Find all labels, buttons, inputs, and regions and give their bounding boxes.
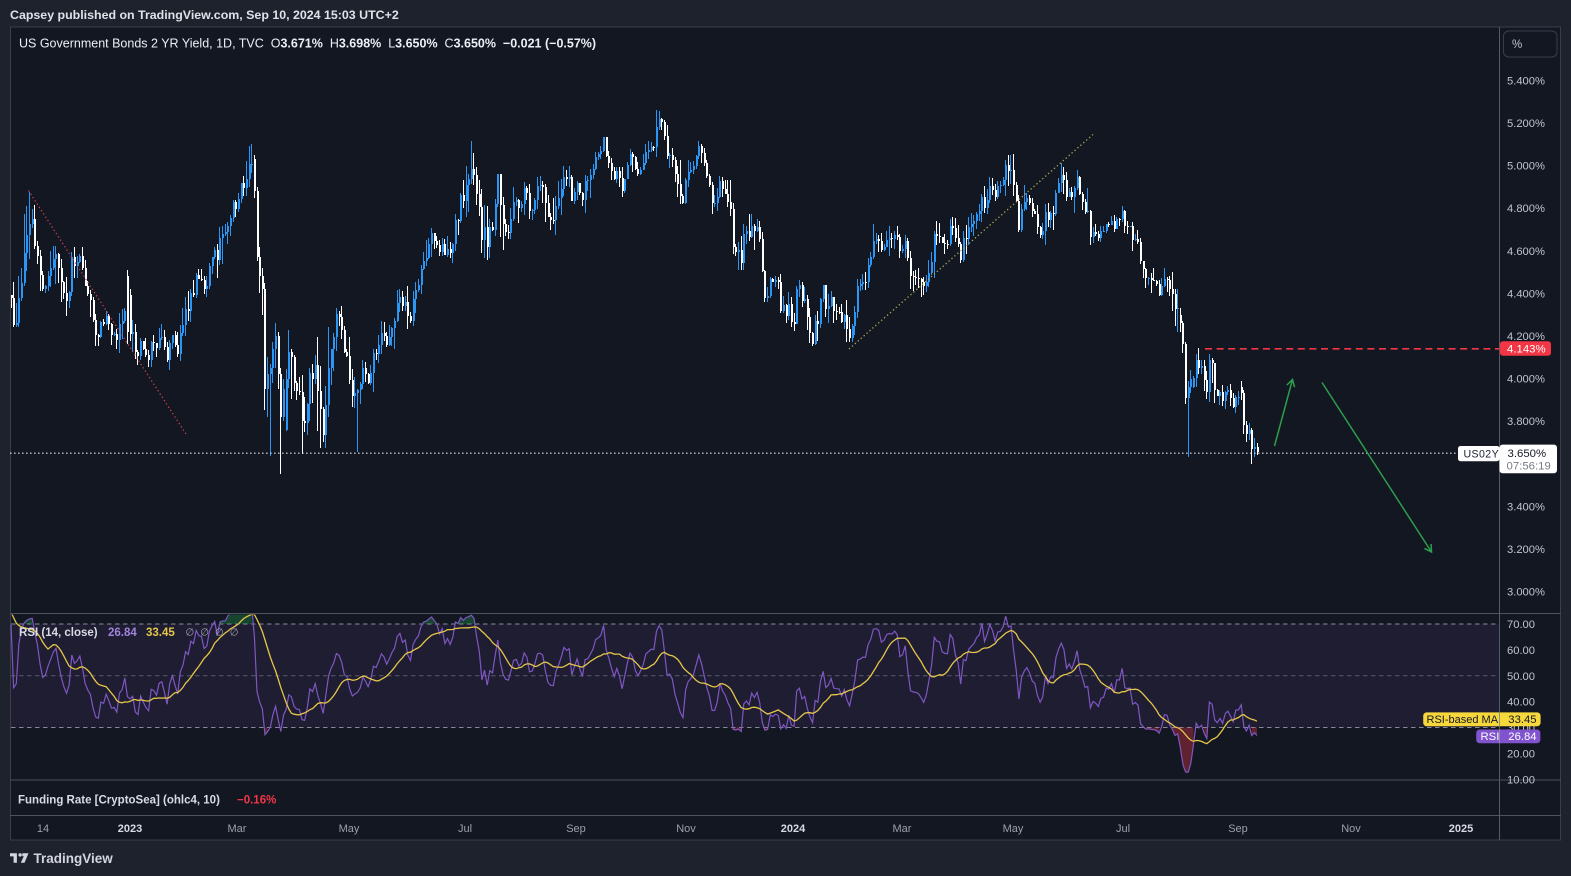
svg-text:−0.16%: −0.16% xyxy=(237,795,276,807)
svg-text:RSI-based MA: RSI-based MA xyxy=(1427,714,1499,726)
svg-text:10.00: 10.00 xyxy=(1507,774,1535,786)
svg-text:TradingView: TradingView xyxy=(34,851,114,866)
svg-text:Jul: Jul xyxy=(458,823,472,835)
svg-text:5.000%: 5.000% xyxy=(1507,161,1545,173)
svg-text:RSI (14, close): RSI (14, close) xyxy=(19,627,98,639)
svg-text:US02Y: US02Y xyxy=(1464,448,1500,460)
svg-text:33.45: 33.45 xyxy=(146,627,175,639)
svg-text:60.00: 60.00 xyxy=(1507,645,1535,657)
svg-text:Sep: Sep xyxy=(1228,823,1248,835)
svg-text:33.45: 33.45 xyxy=(1508,714,1536,726)
svg-text:07:56:19: 07:56:19 xyxy=(1507,460,1551,472)
svg-text:26.84: 26.84 xyxy=(108,627,137,639)
svg-text:∅: ∅ xyxy=(230,628,239,639)
svg-text:Sep: Sep xyxy=(566,823,586,835)
svg-text:50.00: 50.00 xyxy=(1507,671,1535,683)
svg-text:4.143%: 4.143% xyxy=(1507,343,1546,355)
svg-text:%: % xyxy=(1512,39,1522,51)
svg-text:4.600%: 4.600% xyxy=(1507,246,1545,258)
svg-text:∅: ∅ xyxy=(215,628,224,639)
svg-text:26.84: 26.84 xyxy=(1508,731,1536,743)
svg-text:4.000%: 4.000% xyxy=(1507,374,1545,386)
svg-text:3.000%: 3.000% xyxy=(1507,587,1545,599)
svg-text:2025: 2025 xyxy=(1449,823,1473,835)
svg-text:5.200%: 5.200% xyxy=(1507,118,1545,130)
svg-text:Nov: Nov xyxy=(1341,823,1361,835)
svg-text:14: 14 xyxy=(37,823,49,835)
svg-text:4.400%: 4.400% xyxy=(1507,288,1545,300)
svg-text:Nov: Nov xyxy=(676,823,696,835)
svg-text:May: May xyxy=(1003,823,1024,835)
svg-text:US Government Bonds 2 YR Yield: US Government Bonds 2 YR Yield, 1D, TVC … xyxy=(19,37,596,51)
svg-text:70.00: 70.00 xyxy=(1507,619,1535,631)
svg-text:∅: ∅ xyxy=(200,628,209,639)
svg-text:Jul: Jul xyxy=(1116,823,1130,835)
svg-text:3.800%: 3.800% xyxy=(1507,416,1545,428)
svg-text:∅: ∅ xyxy=(186,628,195,639)
svg-text:2024: 2024 xyxy=(781,823,806,835)
svg-text:May: May xyxy=(339,823,360,835)
svg-text:4.800%: 4.800% xyxy=(1507,203,1545,215)
svg-text:3.650%: 3.650% xyxy=(1508,448,1547,460)
svg-text:Mar: Mar xyxy=(893,823,912,835)
svg-text:3.200%: 3.200% xyxy=(1507,544,1545,556)
svg-text:5.400%: 5.400% xyxy=(1507,76,1545,88)
svg-text:RSI: RSI xyxy=(1481,731,1500,743)
svg-text:20.00: 20.00 xyxy=(1507,748,1535,760)
svg-text:3.400%: 3.400% xyxy=(1507,501,1545,513)
svg-text:Mar: Mar xyxy=(228,823,247,835)
svg-text:2023: 2023 xyxy=(118,823,142,835)
svg-text:40.00: 40.00 xyxy=(1507,697,1535,709)
svg-text:Funding Rate [CryptoSea] (ohlc: Funding Rate [CryptoSea] (ohlc4, 10) xyxy=(18,795,220,807)
svg-text:Capsey published on TradingVie: Capsey published on TradingView.com, Sep… xyxy=(10,8,399,22)
